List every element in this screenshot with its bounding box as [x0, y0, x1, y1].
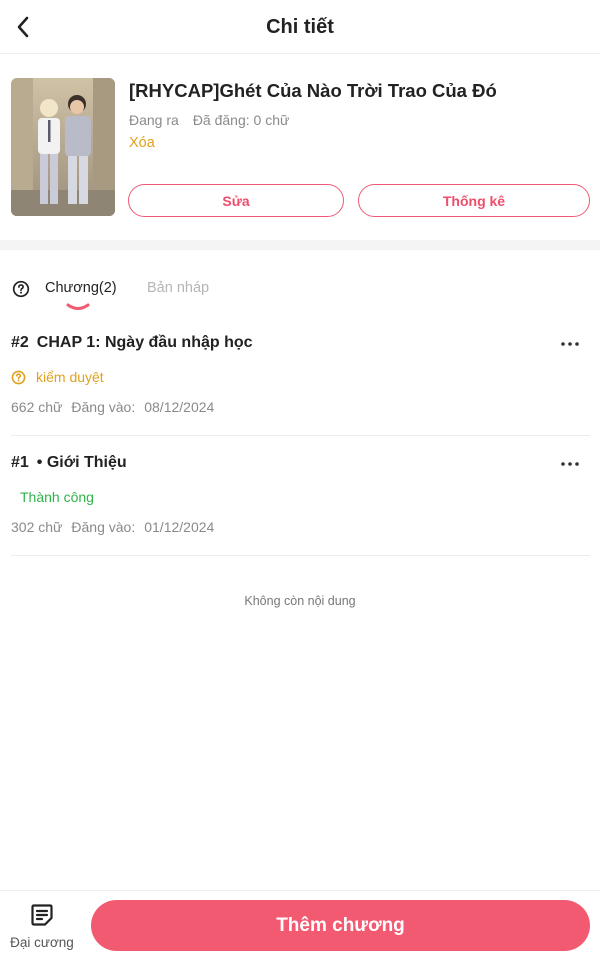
chapter-date-label: Đăng vào:: [71, 399, 136, 415]
chapter-status-label: kiểm duyệt: [36, 369, 104, 385]
bottom-bar: Đại cương Thêm chương: [0, 890, 600, 960]
story-card: [RHYCAP]Ghét Của Nào Trời Trao Của Đó Đa…: [0, 54, 600, 240]
story-cover-image[interactable]: [11, 78, 115, 216]
add-chapter-button[interactable]: Thêm chương: [91, 900, 590, 951]
more-horizontal-icon: [561, 462, 579, 466]
chapter-word-count: 302 chữ: [11, 519, 63, 535]
more-horizontal-icon: [561, 342, 579, 346]
chapter-item[interactable]: #1 • Giới Thiệu Thành công 302 chữ Đăng và…: [11, 436, 590, 556]
document-lines-icon: [31, 904, 53, 926]
chapter-name: • Giới Thiệu: [36, 454, 127, 471]
end-of-list-note: Không còn nội dung: [244, 594, 356, 608]
active-tab-indicator: [66, 303, 90, 310]
outline-label: Đại cương: [10, 935, 74, 950]
chapter-date: 08/12/2024: [144, 399, 215, 415]
edit-button[interactable]: Sửa: [128, 184, 344, 217]
more-options-button[interactable]: [558, 334, 582, 354]
tab-chapters[interactable]: Chương(2): [45, 280, 117, 296]
chapter-date: 01/12/2024: [144, 519, 215, 535]
chapter-title: #1 • Giới Thiệu: [11, 454, 127, 472]
story-word-count: Đã đăng: 0 chữ: [192, 112, 290, 128]
chapter-word-count: 662 chữ: [11, 399, 63, 415]
question-circle-icon[interactable]: [12, 280, 30, 298]
question-circle-icon: [11, 370, 26, 384]
section-divider: [0, 240, 600, 250]
chapter-status-label: Thành công: [20, 489, 94, 505]
chapter-item[interactable]: #2 CHAP 1: Ngày đầu nhập học kiểm duyệt 6…: [11, 316, 590, 436]
chapter-tabs: Chương(2) Bản nháp: [0, 250, 600, 316]
chapter-date-label: Đăng vào:: [71, 519, 136, 535]
chapter-status: Thành công: [20, 489, 94, 505]
chapter-status: kiểm duyệt: [11, 369, 104, 385]
chapter-info: 662 chữ Đăng vào: 08/12/2024: [11, 399, 214, 415]
delete-link[interactable]: Xóa: [129, 135, 155, 151]
chapter-info: 302 chữ Đăng vào: 01/12/2024: [11, 519, 214, 535]
stats-button[interactable]: Thống kê: [358, 184, 590, 217]
more-options-button[interactable]: [558, 454, 582, 474]
story-title: [RHYCAP]Ghét Của Nào Trời Trao Của Đó: [129, 80, 497, 101]
story-status: Đang ra: [129, 112, 179, 128]
story-meta: Đang ra Đã đăng: 0 chữ: [129, 112, 289, 128]
chapter-title: #2 CHAP 1: Ngày đầu nhập học: [11, 334, 253, 352]
chapter-name: CHAP 1: Ngày đầu nhập học: [36, 334, 253, 351]
page-title: Chi tiết: [266, 16, 334, 38]
chapter-number: #1: [11, 454, 29, 471]
chapter-number: #2: [11, 334, 29, 351]
outline-button[interactable]: Đại cương: [6, 903, 78, 955]
tab-drafts[interactable]: Bản nháp: [147, 280, 209, 296]
top-bar: Chi tiết: [0, 0, 600, 54]
